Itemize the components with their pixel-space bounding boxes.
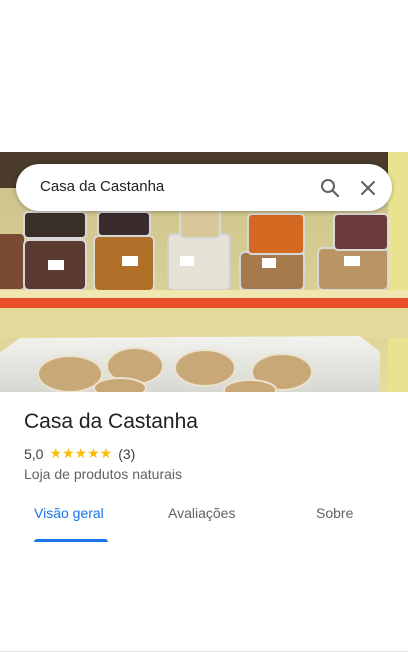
tab-bar: Visão geral Avaliações Sobre [0,500,408,652]
tab-about[interactable]: Sobre [316,505,353,521]
active-tab-indicator [34,539,108,542]
place-info-panel: Casa da Castanha 5,0 ★★★★★ (3) Loja de p… [0,392,408,652]
place-title: Casa da Castanha [24,410,198,433]
star-rating-icon: ★★★★★ [49,445,113,461]
place-category: Loja de produtos naturais [24,466,182,482]
search-icon[interactable] [318,176,342,200]
tab-overview[interactable]: Visão geral [34,505,104,521]
search-input[interactable]: Casa da Castanha [40,178,164,195]
tab-reviews[interactable]: Avaliações [168,505,235,521]
search-bar[interactable]: Casa da Castanha [16,164,392,211]
review-count[interactable]: (3) [118,446,135,462]
close-icon[interactable] [356,176,380,200]
rating-value: 5,0 [24,445,44,462]
rating-row[interactable]: 5,0 ★★★★★ (3) [24,445,135,462]
